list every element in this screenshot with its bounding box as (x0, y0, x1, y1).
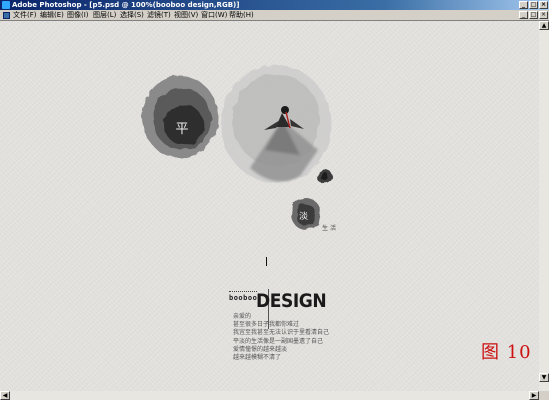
booboo-label: booboo (229, 291, 258, 302)
minimize-button[interactable]: _ (519, 1, 528, 9)
scroll-right-arrow-icon[interactable]: ▶ (529, 391, 539, 400)
poem-line: 亲爱的 (233, 313, 252, 320)
figure-label: 图 10 (481, 342, 532, 363)
poem-text: 亲爱的 甚至很多日子我都你难过 我宜至我甚至无法认识于里看清自己 平淡的生活像是… (233, 313, 329, 362)
menu-edit[interactable]: 编辑(E) (40, 10, 64, 21)
circle-character-shui: 淡 (299, 212, 309, 222)
menu-layer[interactable]: 图层(L) (93, 10, 116, 21)
shenghuo-label: 生活 (322, 225, 339, 232)
menu-bar: 文件(F) 编辑(E) 图像(I) 图层(L) 选择(S) 滤镜(T) 视图(V… (0, 10, 549, 21)
menu-image[interactable]: 图像(I) (67, 10, 89, 21)
poem-line: 平淡的生活像是一副国墨遗了自己 (233, 337, 324, 345)
horizontal-scrollbar[interactable]: ◀ ▶ (0, 391, 539, 400)
circle-character-ping: 平 (175, 122, 189, 137)
scroll-up-arrow-icon[interactable]: ▲ (539, 21, 549, 30)
design-heading: DESIGN (256, 290, 327, 312)
window-title: Adobe Photoshop - [p5.psd @ 100%(booboo … (12, 1, 240, 9)
title-bar: Adobe Photoshop - [p5.psd @ 100%(booboo … (0, 0, 549, 10)
scroll-left-arrow-icon[interactable]: ◀ (0, 391, 10, 400)
document-icon[interactable] (3, 12, 10, 19)
doc-close-button[interactable]: × (539, 11, 548, 19)
ink-circle-ping (142, 76, 218, 158)
poem-line: 爱情憧憬的越来越淡 (233, 345, 288, 353)
poem-line: 我宜至我甚至无法认识于里看清自己 (233, 329, 330, 337)
close-button[interactable]: × (539, 1, 548, 9)
menu-window[interactable]: 窗口(W) (201, 10, 227, 21)
document-canvas[interactable]: 平 淡 生活 booboo DESIGN 亲爱的 甚至很多日子我都你难过 我宜至… (0, 21, 539, 391)
divider-line-top (266, 257, 267, 266)
menu-select[interactable]: 选择(S) (120, 10, 144, 21)
doc-restore-button[interactable]: □ (529, 11, 538, 19)
doc-minimize-button[interactable]: _ (519, 11, 528, 19)
maximize-button[interactable]: □ (529, 1, 538, 9)
ink-dot (317, 170, 333, 184)
scroll-down-arrow-icon[interactable]: ▼ (539, 373, 549, 382)
menu-view[interactable]: 视图(V) (174, 10, 198, 21)
menu-file[interactable]: 文件(F) (13, 10, 37, 21)
menu-filter[interactable]: 滤镜(T) (147, 10, 171, 21)
vertical-scrollbar[interactable]: ▲ ▼ (539, 21, 549, 391)
photoshop-app-icon[interactable] (2, 1, 10, 9)
scrollbar-corner (539, 391, 549, 400)
menu-help[interactable]: 帮助(H) (229, 10, 254, 21)
poem-line: 越来越模糊不清了 (233, 354, 282, 362)
